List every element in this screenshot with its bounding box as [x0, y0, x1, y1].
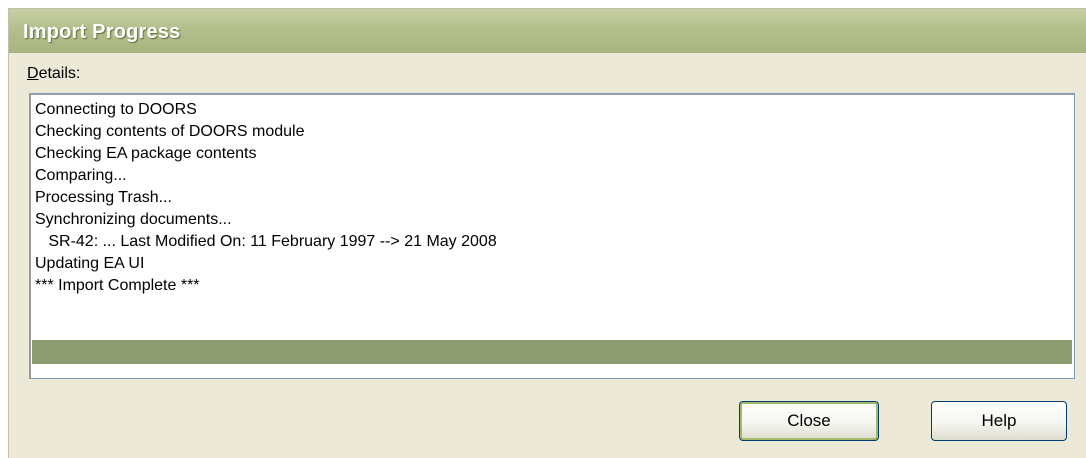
import-progress-dialog: Import Progress Details: Connecting to D… [8, 8, 1086, 458]
log-line[interactable]: Comparing... [35, 165, 1074, 187]
details-label: Details: [27, 65, 80, 83]
details-label-text: etails: [38, 65, 81, 82]
log-line[interactable]: SR-42: ... Last Modified On: 11 February… [35, 231, 1074, 253]
log-line[interactable]: Checking contents of DOORS module [35, 121, 1074, 143]
details-listbox[interactable]: Connecting to DOORS Checking contents of… [29, 93, 1075, 379]
log-line[interactable]: Processing Trash... [35, 187, 1074, 209]
title-bar[interactable]: Import Progress [9, 9, 1086, 53]
dialog-title: Import Progress [23, 21, 181, 43]
log-list: Connecting to DOORS Checking contents of… [35, 99, 1074, 297]
close-button[interactable]: Close [739, 401, 879, 441]
details-label-accelerator: D [27, 65, 39, 82]
log-line[interactable]: Updating EA UI [35, 253, 1074, 275]
log-line[interactable]: Checking EA package contents [35, 143, 1074, 165]
selected-empty-row[interactable] [32, 340, 1072, 364]
log-line[interactable]: Connecting to DOORS [35, 99, 1074, 121]
log-line[interactable]: Synchronizing documents... [35, 209, 1074, 231]
help-button[interactable]: Help [931, 401, 1067, 441]
log-line[interactable]: *** Import Complete *** [35, 275, 1074, 297]
